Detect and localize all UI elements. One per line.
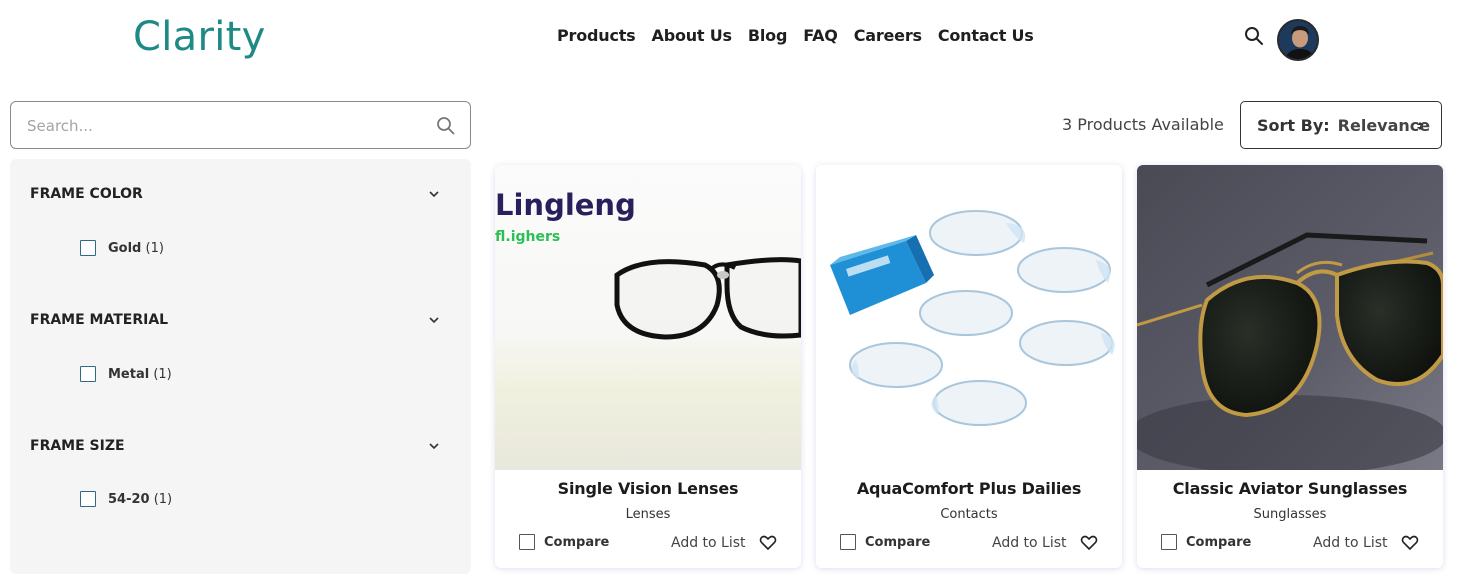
filter-panel: FRAME COLOR Gold (1) FRAME MATERIAL Meta… [10,159,471,574]
product-category: Contacts [940,507,998,522]
filter-option-count: (1) [153,491,173,507]
checkbox[interactable] [80,491,96,507]
search-box [10,101,471,149]
compare-label: Compare [865,534,931,550]
filter-option-label: Metal [108,366,150,382]
compare-checkbox[interactable] [519,534,535,550]
compare-toggle[interactable]: Compare [519,534,609,550]
compare-label: Compare [544,534,610,550]
search-input[interactable] [27,114,427,138]
user-avatar[interactable] [1277,19,1319,61]
compare-checkbox[interactable] [840,534,856,550]
chevron-down-icon[interactable] [427,186,441,200]
image-brand-text: Lingleng [495,188,636,222]
product-title[interactable]: AquaComfort Plus Dailies [816,479,1122,498]
chevron-down-icon[interactable] [427,312,441,326]
nav-careers[interactable]: Careers [854,26,922,45]
product-category: Lenses [625,507,671,522]
nav-blog[interactable]: Blog [748,26,788,45]
sort-label: Sort By: [1257,115,1330,135]
filter-option-54-20[interactable]: 54-20 (1) [80,491,172,507]
nav-faq[interactable]: FAQ [803,26,838,45]
search-icon[interactable] [436,116,456,136]
product-card[interactable]: Classic Aviator Sunglasses Sunglasses Co… [1137,165,1443,568]
heart-icon[interactable] [759,534,777,552]
heart-icon[interactable] [1080,534,1098,552]
compare-label: Compare [1186,534,1252,550]
add-to-list-button[interactable]: Add to List [992,535,1067,551]
product-image[interactable]: Lingleng fl.ighers [495,165,801,470]
filter-title-frame-size[interactable]: FRAME SIZE [30,438,125,454]
filter-option-metal[interactable]: Metal (1) [80,366,172,382]
image-brand-subtext: fl.ighers [495,229,560,245]
sort-dropdown[interactable]: Sort By: Relevance [1240,101,1442,149]
checkbox[interactable] [80,240,96,256]
compare-checkbox[interactable] [1161,534,1177,550]
filter-title-frame-color[interactable]: FRAME COLOR [30,186,143,202]
brand-logo[interactable]: Clarity [133,14,266,60]
product-category: Sunglasses [1253,507,1327,522]
product-image[interactable] [816,165,1122,470]
sort-arrows-icon [1415,118,1425,134]
product-image[interactable] [1137,165,1443,470]
filter-option-label: Gold [108,240,142,256]
product-card[interactable]: Lingleng fl.ighers Single Vision Lenses … [495,165,801,568]
filter-option-label: 54-20 [108,491,150,507]
main-nav: Products About Us Blog FAQ Careers Conta… [557,26,1034,45]
nav-contact-us[interactable]: Contact Us [938,26,1034,45]
page: Clarity Products About Us Blog FAQ Caree… [0,0,1457,583]
compare-toggle[interactable]: Compare [840,534,930,550]
product-title[interactable]: Single Vision Lenses [495,479,801,498]
filter-option-count: (1) [145,240,164,256]
product-card[interactable]: AquaComfort Plus Dailies Contacts Compar… [816,165,1122,568]
heart-icon[interactable] [1401,534,1419,552]
compare-toggle[interactable]: Compare [1161,534,1251,550]
filter-option-gold[interactable]: Gold (1) [80,240,164,256]
nav-about-us[interactable]: About Us [652,26,733,45]
product-count: 3 Products Available [1062,115,1224,134]
product-title[interactable]: Classic Aviator Sunglasses [1137,479,1443,498]
add-to-list-button[interactable]: Add to List [671,535,746,551]
checkbox[interactable] [80,366,96,382]
chevron-down-icon[interactable] [427,438,441,452]
nav-products[interactable]: Products [557,26,636,45]
search-icon[interactable] [1244,26,1264,46]
filter-title-frame-material[interactable]: FRAME MATERIAL [30,312,168,328]
filter-option-count: (1) [153,366,172,382]
add-to-list-button[interactable]: Add to List [1313,535,1388,551]
